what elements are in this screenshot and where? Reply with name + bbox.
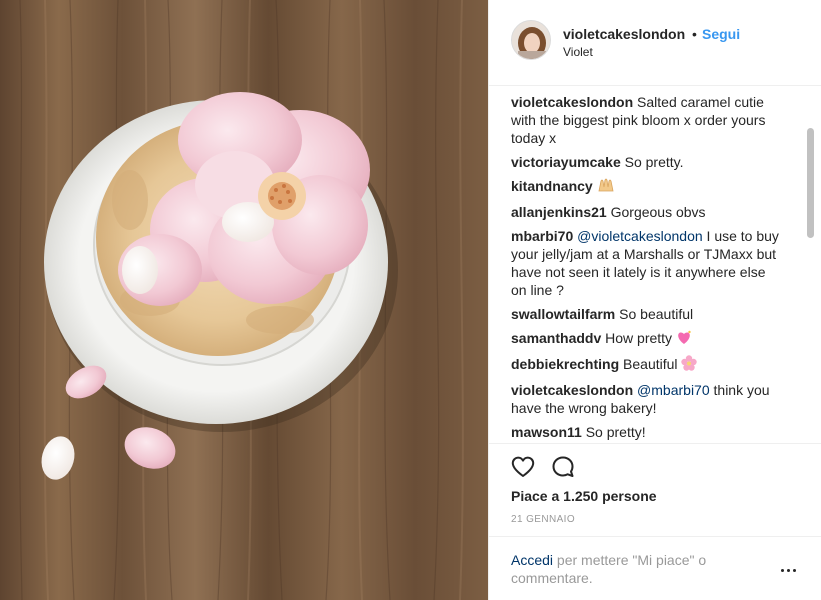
comment-author[interactable]: samanthaddv (511, 330, 601, 346)
follow-button[interactable]: Segui (702, 26, 740, 42)
separator-bullet: • (692, 26, 697, 42)
post-photo[interactable] (0, 0, 488, 600)
instagram-post: violetcakeslondon • Segui Violet violetc… (0, 0, 821, 600)
comment: kitandnancy (511, 177, 781, 197)
comments-list[interactable]: violetcakeslondon Salted caramel cutie w… (511, 93, 811, 443)
scrollbar-thumb[interactable] (807, 128, 814, 238)
comment: mawson11 So pretty! (511, 423, 781, 441)
comment-text: How pretty (605, 330, 673, 346)
comment-text: So pretty! (585, 424, 646, 440)
comment-author[interactable]: violetcakeslondon (511, 382, 633, 398)
comment-author[interactable]: mawson11 (511, 424, 582, 440)
comment: violetcakeslondon @mbarbi70 think you ha… (511, 381, 781, 417)
comments-scrollbar[interactable] (807, 100, 815, 438)
login-prompt: Accedi per mettere "Mi piace" o commenta… (489, 536, 821, 600)
comment-text: So beautiful (619, 306, 694, 322)
post-author-username[interactable]: violetcakeslondon (563, 26, 685, 42)
likes-count[interactable]: Piace a 1.250 persone (511, 488, 657, 504)
comment-text: Beautiful (623, 356, 678, 372)
comment-text: So pretty. (624, 154, 684, 170)
more-options-icon[interactable] (779, 565, 799, 575)
comment-author[interactable]: victoriayumcake (511, 154, 621, 170)
comment: swallowtailfarm So beautiful (511, 305, 781, 323)
raised-hands-icon (597, 177, 615, 197)
comment: mbarbi70 @violetcakeslondon I use to buy… (511, 227, 781, 299)
avatar-icon (512, 21, 550, 59)
comment-author[interactable]: kitandnancy (511, 178, 593, 194)
comment-mention[interactable]: @mbarbi70 (637, 382, 710, 398)
comment: victoriayumcake So pretty. (511, 153, 781, 171)
comment-author[interactable]: swallowtailfarm (511, 306, 615, 322)
comment-author[interactable]: allanjenkins21 (511, 204, 607, 220)
post-date[interactable]: 21 GENNAIO (511, 514, 575, 525)
post-actions: Piace a 1.250 persone 21 GENNAIO (489, 443, 821, 543)
heart-outline-icon[interactable] (509, 453, 537, 481)
avatar[interactable] (511, 20, 551, 60)
comment-author[interactable]: debbiekrechting (511, 356, 619, 372)
caption: violetcakeslondon Salted caramel cutie w… (511, 93, 781, 147)
comment-text: Gorgeous obvs (610, 204, 706, 220)
comment: debbiekrechting Beautiful (511, 355, 781, 375)
login-prompt-text: Accedi per mettere "Mi piace" o commenta… (511, 551, 751, 587)
comment-author[interactable]: mbarbi70 (511, 228, 573, 244)
post-author-full-name: Violet (563, 45, 593, 59)
comment-author[interactable]: violetcakeslondon (511, 94, 633, 110)
post-sidebar: violetcakeslondon • Segui Violet violetc… (488, 0, 821, 600)
comment: allanjenkins21 Gorgeous obvs (511, 203, 781, 221)
comment-mention[interactable]: @violetcakeslondon (577, 228, 703, 244)
comment: samanthaddv How pretty (511, 329, 781, 349)
post-header: violetcakeslondon • Segui Violet (489, 0, 821, 86)
cake-photo-illustration (0, 0, 488, 600)
cherry-blossom-icon (681, 355, 698, 375)
login-link[interactable]: Accedi (511, 552, 553, 568)
comment-bubble-icon[interactable] (549, 453, 577, 481)
sparkling-heart-icon (676, 330, 692, 349)
